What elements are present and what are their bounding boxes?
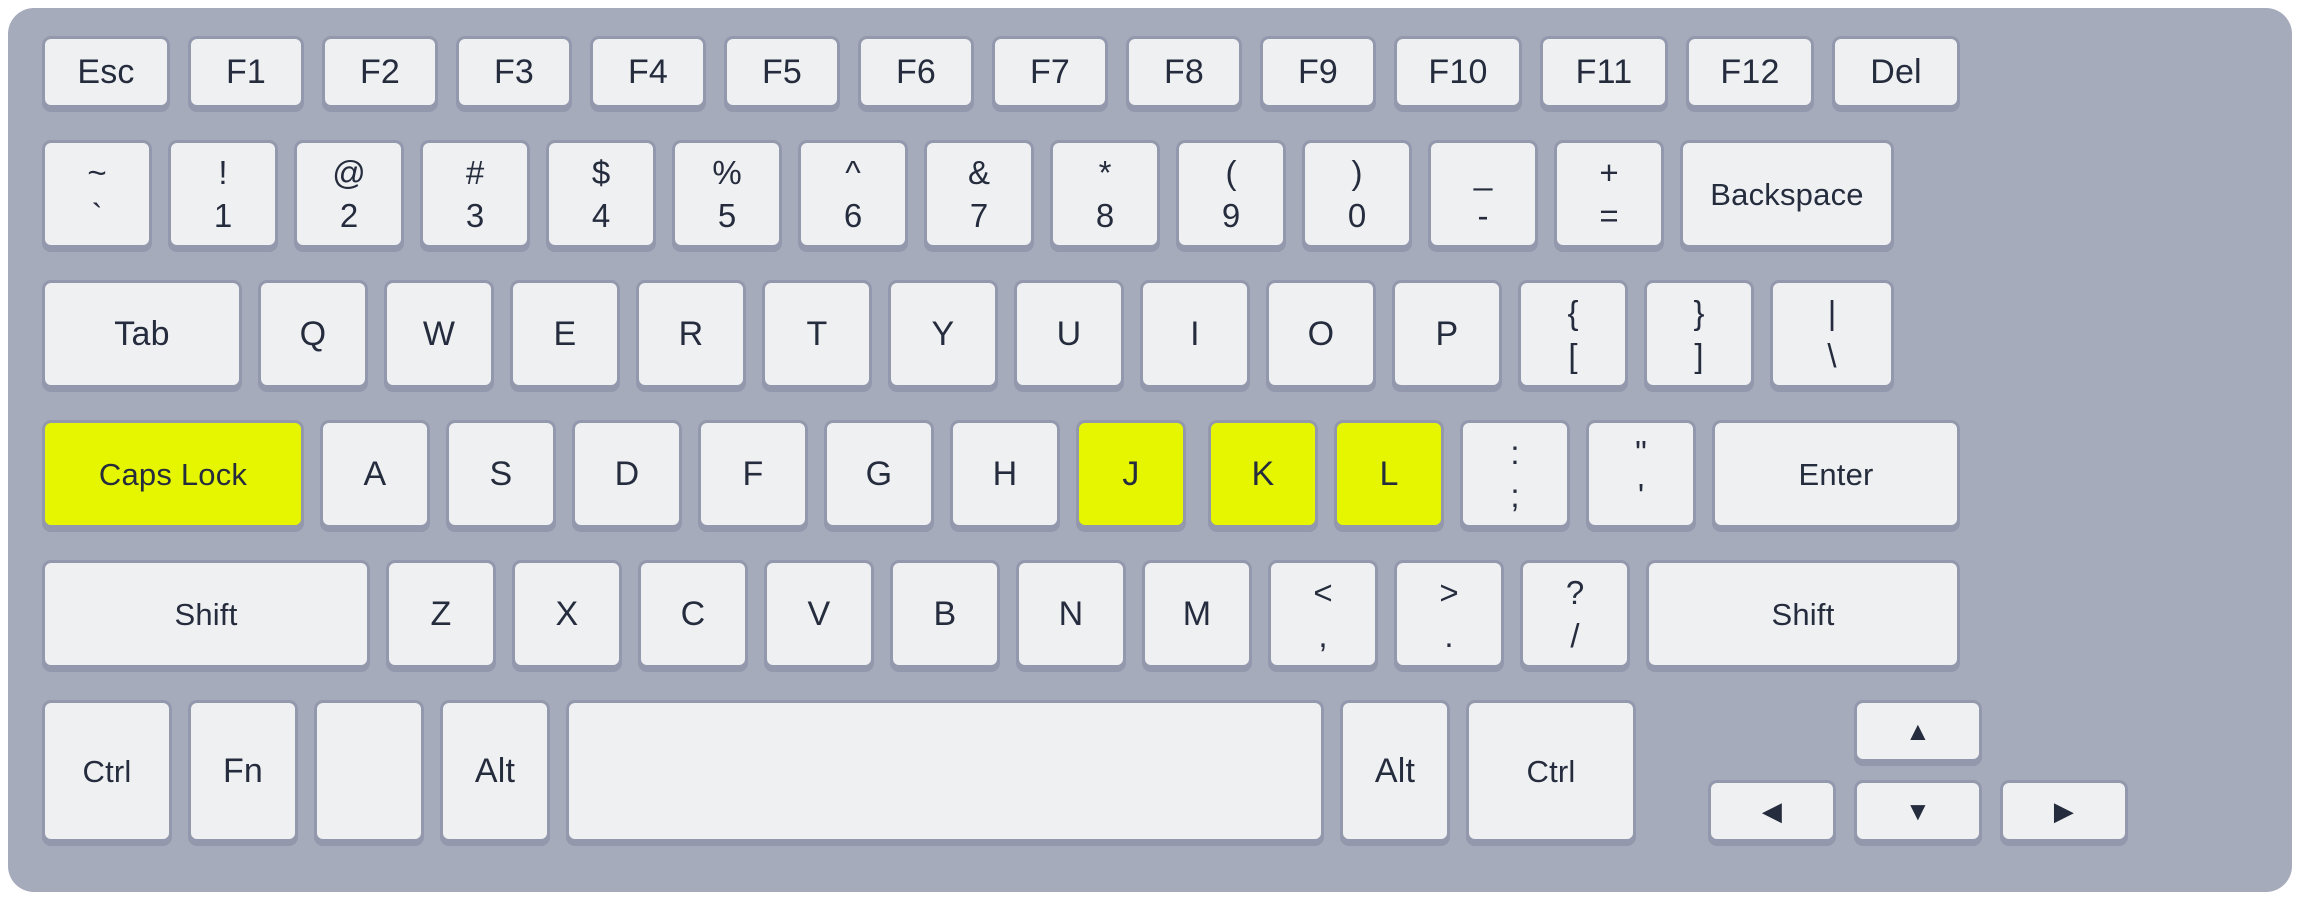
key-legend: Ctrl (82, 753, 132, 789)
key-arrowleft[interactable]: ◀ (1708, 780, 1836, 842)
keyboard-row-modifier-row: Ctrl Fn Alt Alt Ctrl ▲ ◀ ▼ ▶ (8, 8, 2292, 892)
key-space[interactable] (566, 700, 1324, 842)
key-meta[interactable] (314, 700, 424, 842)
key-legend: Fn (222, 752, 264, 790)
keyboard-rows: Esc F1 F2 F3 F4 F5 F6 F7 F8 F9 F10 F11 F12 Del ~ `! 1 @2 #… (8, 8, 2292, 892)
key-ctrlright[interactable]: Ctrl (1466, 700, 1636, 842)
key-arrowright[interactable]: ▶ (2000, 780, 2128, 842)
key-ctrlleft[interactable]: Ctrl (42, 700, 172, 842)
keyboard-root: Esc F1 F2 F3 F4 F5 F6 F7 F8 F9 F10 F11 F12 Del ~ `! 1 @2 #… (0, 0, 2300, 900)
key-legend: Alt (1374, 752, 1416, 790)
key-legend: Ctrl (1526, 753, 1576, 789)
key-arrowup[interactable]: ▲ (1854, 700, 1982, 762)
key-fn[interactable]: Fn (188, 700, 298, 842)
key-altleft[interactable]: Alt (440, 700, 550, 842)
key-legend: Alt (474, 752, 516, 790)
key-legend-arrow-icon: ▲ (1905, 716, 1931, 746)
key-legend-arrow-icon: ▶ (2053, 796, 2075, 826)
keyboard-chassis: Esc F1 F2 F3 F4 F5 F6 F7 F8 F9 F10 F11 F12 Del ~ `! 1 @2 #… (8, 8, 2292, 892)
key-legend-arrow-icon: ◀ (1761, 796, 1783, 826)
key-legend-arrow-icon: ▼ (1905, 796, 1931, 826)
key-arrowdown[interactable]: ▼ (1854, 780, 1982, 842)
key-altright[interactable]: Alt (1340, 700, 1450, 842)
